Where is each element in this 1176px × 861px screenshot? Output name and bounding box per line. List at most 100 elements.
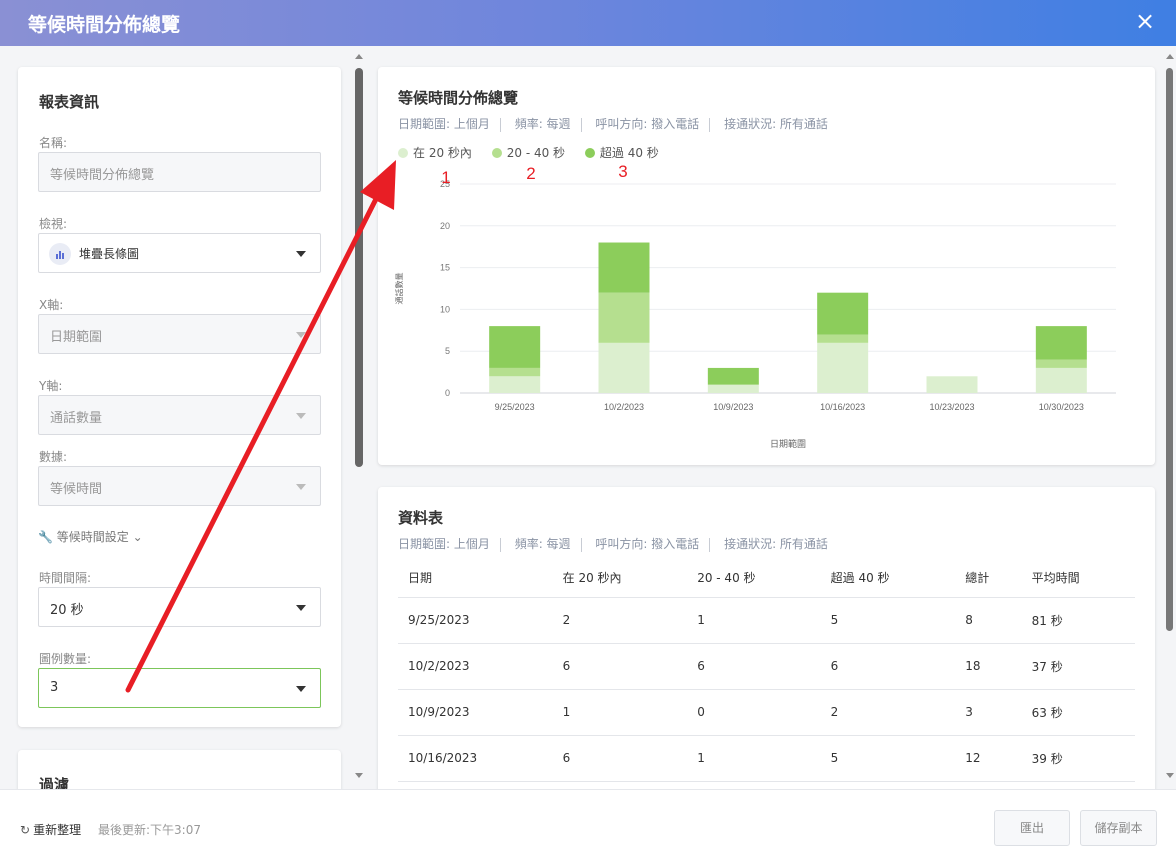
data-table: 日期在 20 秒內 20 - 40 秒超過 40 秒總計 平均時間 9/25/202… — [398, 559, 1135, 782]
table-cell: 10/2/2023 — [398, 643, 553, 690]
data-label: 數據: — [39, 450, 68, 464]
export-button[interactable]: 匯出 — [994, 810, 1070, 846]
table-row: 10/9/2023 1 0 2 3 63 秒 — [398, 689, 1135, 736]
chevron-down-icon — [296, 605, 306, 611]
bar-segment — [926, 376, 978, 393]
bar-segment — [598, 292, 650, 343]
meta-frequency: 頻率: 每週 — [514, 537, 571, 551]
column-header[interactable]: 日期 — [398, 559, 553, 598]
interval-value: 20 秒 — [50, 603, 84, 618]
chevron-down-icon: ⌄ — [132, 530, 143, 544]
table-cell: 8 — [955, 597, 1022, 644]
view-select[interactable]: 堆疊長條圖 — [38, 233, 321, 273]
legend-item[interactable]: 超過 40 秒 — [584, 144, 659, 161]
table-header-row: 日期在 20 秒內 20 - 40 秒超過 40 秒總計 平均時間 — [398, 559, 1135, 598]
last-updated-text: 最後更新:下午3:07 — [98, 823, 201, 837]
legend-item[interactable]: 在 20 秒內 — [398, 144, 472, 161]
table-cell: 6 — [687, 643, 821, 690]
bar-segment — [707, 367, 759, 385]
bar-segment — [817, 334, 869, 343]
table-cell: 1 — [687, 735, 821, 782]
table-card: 資料表 日期範圍: 上個月 頻率: 每週 呼叫方向: 撥入電話 接通狀況: 所有… — [378, 487, 1155, 789]
data-select[interactable]: 等候時間 — [38, 466, 321, 506]
save-copy-button[interactable]: 儲存副本 — [1080, 810, 1157, 846]
table-cell: 5 — [820, 735, 956, 782]
chevron-down-icon — [296, 413, 306, 419]
legend-count-label: 圖例數量: — [39, 652, 92, 666]
table-row: 10/16/2023 6 1 5 12 39 秒 — [398, 735, 1135, 782]
column-header[interactable]: 在 20 秒內 — [552, 559, 688, 598]
scroll-up-icon[interactable] — [355, 54, 363, 59]
table-cell: 5 — [820, 597, 956, 644]
x-axis-select[interactable]: 日期範圍 — [38, 314, 321, 354]
table-cell: 37 秒 — [1021, 643, 1135, 690]
bar-segment — [817, 342, 869, 393]
x-tick-label: 10/30/2023 — [1039, 402, 1084, 412]
bar-segment — [489, 326, 541, 368]
scroll-down-icon[interactable] — [355, 773, 363, 778]
legend-dot — [491, 148, 502, 158]
column-header[interactable]: 20 - 40 秒 — [687, 559, 821, 598]
table-cell: 6 — [820, 643, 956, 690]
chart-meta: 日期範圍: 上個月 頻率: 每週 呼叫方向: 撥入電話 接通狀況: 所有通話 — [398, 115, 828, 132]
chevron-down-icon — [296, 332, 306, 338]
bar-segment — [1035, 367, 1087, 393]
close-icon[interactable]: × — [1132, 7, 1158, 35]
bar-segment — [598, 242, 650, 293]
table-cell: 39 秒 — [1021, 735, 1135, 782]
y-tick-label: 15 — [440, 263, 450, 273]
column-header[interactable]: 超過 40 秒 — [820, 559, 956, 598]
name-value: 等候時間分佈總覽 — [50, 168, 155, 183]
x-axis-label: X軸: — [39, 298, 64, 312]
table-row: 9/25/2023 2 1 5 8 81 秒 — [398, 597, 1135, 644]
wait-time-settings-link[interactable]: 🔧 等候時間設定 ⌄ — [38, 528, 143, 545]
table-cell: 9/25/2023 — [398, 597, 553, 644]
right-scrollbar[interactable] — [1166, 68, 1173, 631]
main-content: 報表資訊 名稱: 等候時間分佈總覽 檢視: 堆疊長條圖 X軸: 日期範圍 Y軸:… — [0, 46, 1176, 789]
bar-segment — [489, 376, 541, 393]
column-header[interactable]: 總計 — [955, 559, 1022, 598]
bar-segment — [1035, 359, 1087, 368]
table-cell: 6 — [552, 735, 688, 782]
chart-card: 等候時間分佈總覽 日期範圍: 上個月 頻率: 每週 呼叫方向: 撥入電話 接通狀… — [378, 67, 1155, 465]
table-cell: 12 — [955, 735, 1022, 782]
table-cell: 81 秒 — [1021, 597, 1135, 644]
legend-dot — [398, 148, 408, 158]
filter-panel: 過濾 — [18, 750, 341, 789]
table-row: 10/2/2023 6 6 6 18 37 秒 — [398, 643, 1135, 690]
meta-connect-status: 接通狀況: 所有通話 — [724, 117, 828, 131]
legend-dot — [584, 148, 595, 158]
table-title: 資料表 — [398, 509, 444, 527]
table-body: 9/25/2023 2 1 5 8 81 秒 10/2/2023 6 6 6 18 37 秒 10/9/… — [398, 597, 1135, 782]
y-axis-select[interactable]: 通話數量 — [38, 395, 321, 435]
left-scrollbar[interactable] — [355, 68, 363, 467]
title-bar: 等候時間分佈總覽 × — [0, 0, 1176, 46]
legend-count-select[interactable]: 3 — [38, 668, 321, 708]
chevron-down-icon — [296, 686, 306, 692]
x-tick-label: 9/25/2023 — [495, 402, 535, 412]
y-axis-label: Y軸: — [39, 379, 63, 393]
footer-bar: ↻ 重新整理 最後更新:下午3:07 匯出 儲存副本 — [0, 789, 1176, 861]
chevron-down-icon — [296, 484, 306, 490]
x-axis-title: 日期範圍 — [770, 438, 806, 449]
interval-select[interactable]: 20 秒 — [38, 587, 321, 627]
name-label: 名稱: — [39, 136, 68, 150]
y-tick-label: 5 — [445, 346, 450, 356]
table-cell: 1 — [687, 597, 821, 644]
chart-title: 等候時間分佈總覽 — [398, 89, 519, 107]
chevron-down-icon — [296, 251, 306, 257]
legend-item[interactable]: 20 - 40 秒 — [491, 144, 565, 161]
name-field[interactable]: 等候時間分佈總覽 — [38, 152, 321, 192]
filter-title: 過濾 — [39, 776, 70, 789]
column-header[interactable]: 平均時間 — [1021, 559, 1135, 598]
wrench-icon: 🔧 — [38, 530, 53, 544]
refresh-button[interactable]: ↻ 重新整理 — [20, 821, 81, 838]
scroll-down-icon[interactable] — [1166, 773, 1174, 778]
scroll-up-icon[interactable] — [1166, 54, 1174, 59]
chart-legend: 在 20 秒內 20 - 40 秒 超過 40 秒 — [398, 144, 675, 161]
table-cell: 6 — [552, 643, 688, 690]
x-axis-value: 日期範圍 — [50, 330, 103, 345]
meta-connect-status: 接通狀況: 所有通話 — [724, 537, 828, 551]
legend-count-value: 3 — [50, 680, 59, 695]
data-value: 等候時間 — [50, 482, 103, 497]
